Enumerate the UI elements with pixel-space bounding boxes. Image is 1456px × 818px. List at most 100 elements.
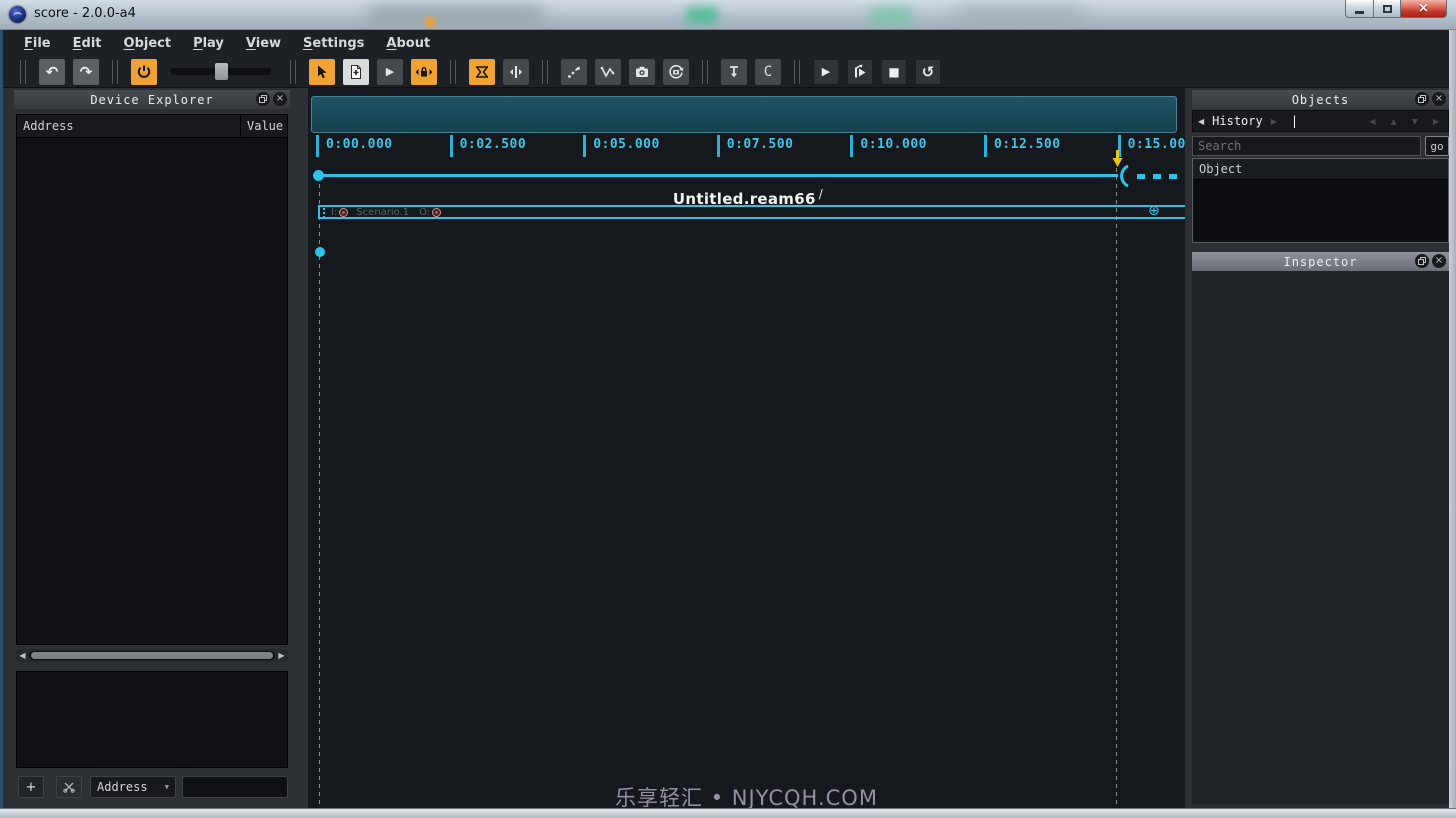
history-nav-buttons: ◀ ▲ ▼ ▶ [1369,117,1443,126]
lock-arrows-icon [415,64,433,80]
audio-engine-button[interactable] [131,59,157,85]
app-window: { "window": { "title": "score - 2.0.0-a4… [0,0,1456,818]
address-type-dropdown[interactable]: Address ▼ [90,776,176,798]
undo-button[interactable]: ↶ [39,59,65,85]
time-tick: 0:12.500 [984,135,1118,157]
close-icon: × [1418,1,1429,16]
close-button[interactable]: × [1401,0,1447,18]
scrollbar-track[interactable] [29,651,275,660]
scrollbar-thumb[interactable] [31,652,273,659]
background-artifact [955,3,1085,25]
maximize-icon [1383,5,1392,13]
close-panel-button[interactable]: × [273,92,287,106]
reinitialize-button[interactable]: ↺ [915,59,941,85]
scroll-left-icon[interactable]: ◀ [16,649,29,662]
device-explorer-panel: Device Explorer × Address Value ◀ ▶ + Ad… [14,90,290,804]
transport-play-button[interactable]: ▶ [813,59,839,85]
objects-titlebar: Objects × [1192,90,1449,109]
float-panel-button[interactable] [1415,254,1429,268]
move-slot-button[interactable] [561,59,587,85]
text-caret: | [1291,114,1298,128]
play-tool-button[interactable]: ▶ [377,59,403,85]
timeline-minimap[interactable] [311,96,1177,133]
menu-item[interactable]: Edit [62,33,113,54]
camera-record-icon [668,64,684,80]
menu-item[interactable]: View [235,33,292,54]
toolbar: ↶ ↷ ▶ C ▶ ■ ↺ [3,56,1449,88]
tab-scroll-left-icon[interactable]: ◀ [1198,117,1204,126]
input-port-icon[interactable] [339,208,348,217]
plus-icon: + [26,780,37,795]
menu-item[interactable]: Object [113,33,183,54]
time-ruler[interactable]: 0:00.0000:02.5000:05.0000:07.5000:10.000… [308,135,1185,157]
address-value-input[interactable] [182,776,288,798]
remove-device-button[interactable] [56,776,82,798]
scenario-name[interactable]: Scenario.1 [356,207,409,218]
dropdown-value: Address [97,780,148,794]
float-icon [1418,95,1426,103]
condition-button[interactable]: C [755,59,781,85]
workspace: Device Explorer × Address Value ◀ ▶ + Ad… [3,88,1449,808]
lock-tool-button[interactable] [411,59,437,85]
close-panel-button[interactable]: × [1432,92,1446,106]
record-button[interactable] [663,59,689,85]
menu-item[interactable]: Play [182,33,235,54]
scroll-right-icon[interactable]: ▶ [275,649,288,662]
interval-end-brace[interactable] [1114,164,1132,188]
redo-button[interactable]: ↷ [73,59,99,85]
play-from-start-button[interactable] [847,59,873,85]
redo-icon: ↷ [80,63,93,81]
nav-left-icon[interactable]: ◀ [1369,117,1375,126]
interval-line[interactable] [318,174,1118,177]
menu-item[interactable]: Settings [292,33,375,54]
menu-item[interactable]: About [375,33,441,54]
background-artifact [425,17,436,27]
end-timesync-line[interactable] [1116,160,1117,806]
select-tool-button[interactable] [309,59,335,85]
float-panel-button[interactable] [256,92,270,106]
panel-title: Objects [1292,93,1350,107]
curve-tool-button[interactable] [595,59,621,85]
grow-mode-button[interactable] [503,59,529,85]
slider-thumb[interactable] [215,63,228,80]
scale-mode-button[interactable] [469,59,495,85]
window-frame-right [1449,30,1456,808]
menu-item[interactable]: File [13,33,62,54]
snapshot-button[interactable] [629,59,655,85]
stop-button[interactable]: ■ [881,59,907,85]
column-header-object: Object [1193,159,1448,180]
scenario-slot[interactable]: I: Scenario.1 O: ⊕ [318,205,1185,219]
search-go-button[interactable]: go [1425,136,1449,156]
horizontal-scrollbar[interactable]: ◀ ▶ [16,649,288,662]
start-timesync-line[interactable] [319,176,320,806]
device-tree-header: Address Value [17,115,287,138]
close-panel-button[interactable]: × [1432,254,1446,268]
nav-up-icon[interactable]: ▲ [1391,117,1397,126]
state-dot[interactable] [315,247,325,257]
nav-right-icon[interactable]: ▶ [1433,117,1439,126]
cursor-icon [314,64,330,80]
add-state-icon[interactable]: ⊕ [1148,204,1160,218]
trigger-button[interactable] [721,59,747,85]
volume-slider[interactable] [171,59,271,85]
object-list[interactable]: Object [1192,158,1449,243]
minimize-button[interactable] [1345,0,1374,18]
tab-history[interactable]: History [1212,114,1263,128]
toolbar-separator [20,60,26,84]
nav-down-icon[interactable]: ▼ [1412,117,1418,126]
create-tool-button[interactable] [343,59,369,85]
score-canvas[interactable]: 0:00.0000:02.5000:05.0000:07.5000:10.000… [308,88,1185,808]
output-port-icon[interactable] [432,208,441,217]
add-device-button[interactable]: + [18,776,44,798]
toolbar-separator [290,60,296,84]
background-artifact [870,7,912,24]
search-input[interactable] [1192,136,1421,156]
device-tree[interactable]: Address Value [16,114,288,645]
maximize-button[interactable] [1374,0,1401,18]
float-panel-button[interactable] [1415,92,1429,106]
undo-icon: ↶ [46,63,59,81]
tab-scroll-right-icon[interactable]: ▶ [1271,117,1277,126]
camera-icon [634,64,650,80]
slider-track[interactable] [171,68,271,75]
slot-handle-icon[interactable] [323,208,325,217]
